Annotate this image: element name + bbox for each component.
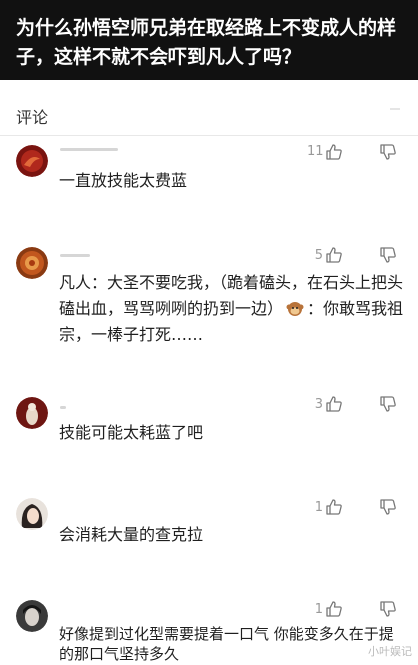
user-avatar[interactable]: [16, 600, 48, 632]
like-count: 1: [314, 500, 323, 515]
username-placeholder: [60, 406, 66, 409]
question-title-bar: 为什么孙悟空师兄弟在取经路上不变成人的样子，这样不就不会吓到凡人了吗？: [0, 0, 418, 80]
username-placeholder: [60, 148, 118, 151]
comment-text: 好像提到过化型需要提着一口气 你能变多久在于提的那口气坚持多久: [59, 625, 394, 663]
thumbs-up-icon[interactable]: [325, 498, 343, 516]
comments-section-title: 评论: [16, 108, 49, 127]
comment-item: 1 会消耗大量的查克拉: [0, 498, 418, 578]
comment-item: 5 凡人：大圣不要吃我，（跪着磕头，在石头上把头磕出血，骂骂咧咧的扔到一边） ：…: [0, 244, 418, 364]
watermark: 小叶娱记: [368, 645, 412, 658]
thumbs-down-icon[interactable]: [379, 498, 397, 516]
thumbs-down-icon[interactable]: [379, 600, 397, 618]
comment-item: 11 一直放技能太费蓝: [0, 140, 418, 220]
user-avatar[interactable]: [16, 145, 48, 177]
thumbs-up-icon[interactable]: [325, 395, 343, 413]
comment-text: 技能可能太耗蓝了吧: [59, 423, 204, 442]
like-count: 3: [314, 397, 323, 412]
like-count: 11: [307, 144, 324, 159]
user-avatar[interactable]: [16, 247, 48, 279]
question-title: 为什么孙悟空师兄弟在取经路上不变成人的样子，这样不就不会吓到凡人了吗？: [16, 17, 397, 68]
comment-item: 1 好像提到过化型需要提着一口气 你能变多久在于提的那口气坚持多久: [0, 600, 418, 665]
monkey-emoji-icon: [286, 302, 304, 316]
like-count: 5: [314, 248, 323, 263]
like-count: 1: [314, 602, 323, 617]
thumbs-up-icon[interactable]: [325, 143, 343, 161]
user-avatar[interactable]: [16, 397, 48, 429]
comments-section-header: 评论: [0, 96, 418, 136]
comment-item: 3 技能可能太耗蓝了吧: [0, 394, 418, 474]
thumbs-down-icon[interactable]: [379, 395, 397, 413]
comment-text: 凡人：大圣不要吃我，（跪着磕头，在石头上把头磕出血，骂骂咧咧的扔到一边） ：你敢…: [59, 270, 407, 348]
username-placeholder: [60, 254, 90, 257]
user-avatar[interactable]: [16, 498, 48, 530]
section-header-divider: [390, 108, 400, 110]
comment-text: 会消耗大量的查克拉: [59, 525, 204, 544]
thumbs-down-icon[interactable]: [379, 143, 397, 161]
thumbs-up-icon[interactable]: [325, 246, 343, 264]
thumbs-down-icon[interactable]: [379, 246, 397, 264]
comment-text: 一直放技能太费蓝: [59, 171, 188, 190]
thumbs-up-icon[interactable]: [325, 600, 343, 618]
